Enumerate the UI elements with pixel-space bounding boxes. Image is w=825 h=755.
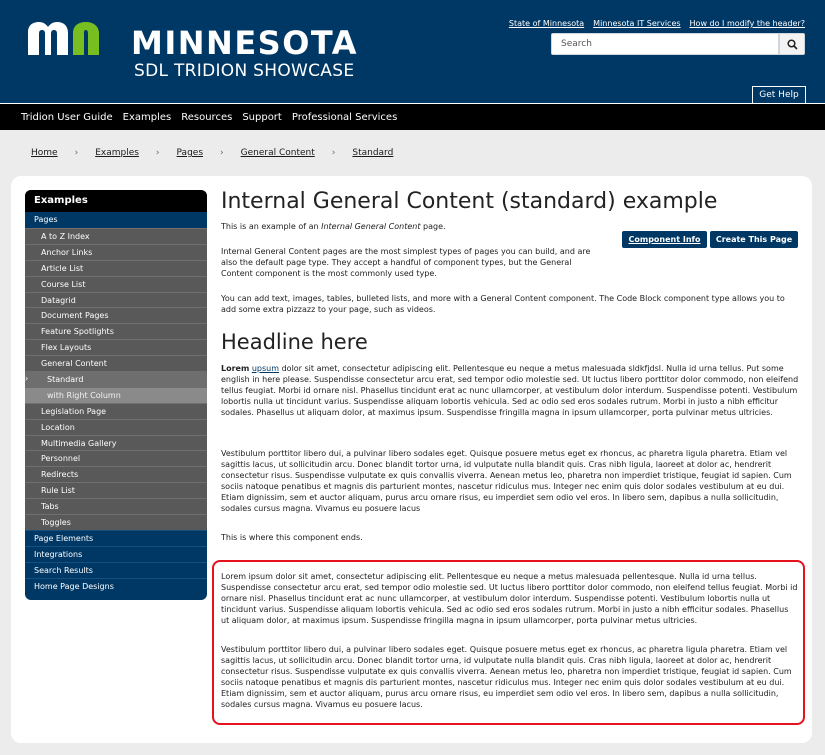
sidebar-item-search-results[interactable]: Search Results [25,561,207,578]
search-icon [786,38,798,50]
sidebar-item-with-right-column[interactable]: with Right Column [25,386,207,403]
util-link-state[interactable]: State of Minnesota [509,19,584,28]
chevron-right-icon: › [25,374,29,384]
breadcrumb-pages[interactable]: Pages [177,148,203,158]
vestibulum-paragraph: Vestibulum porttitor libero dui, a pulvi… [221,449,792,513]
sidebar-item-article-list[interactable]: Article List [25,259,207,276]
util-link-modify-header[interactable]: How do I modify the header? [690,19,805,28]
minnesota-logo-icon[interactable] [24,19,116,57]
sidebar-item-tabs[interactable]: Tabs [25,498,207,515]
sidebar-item-toggles[interactable]: Toggles [25,514,207,530]
breadcrumb-standard[interactable]: Standard [352,148,393,158]
intro-prefix: This is an example of an [221,222,322,231]
description-text: Internal General Content pages are the m… [221,247,591,278]
sidebar-item-feature-spotlights[interactable]: Feature Spotlights [25,323,207,340]
component-ends-text: This is where this component ends. [221,533,363,542]
box-lorem-paragraph: Lorem ipsum dolor sit amet, consectetur … [221,572,798,625]
util-link-mnit[interactable]: Minnesota IT Services [593,19,680,28]
sidebar-item-location[interactable]: Location [25,418,207,435]
nav-item-tridion-user-guide[interactable]: Tridion User Guide [21,112,113,123]
search-input[interactable]: Search [551,33,779,55]
sidebar-item-anchor-links[interactable]: Anchor Links [25,243,207,260]
breadcrumb-general-content[interactable]: General Content [241,148,315,158]
breadcrumb-examples[interactable]: Examples [95,148,139,158]
sidebar-item-course-list[interactable]: Course List [25,275,207,292]
intro-suffix: page. [420,222,446,231]
sidebar-item-rule-list[interactable]: Rule List [25,482,207,499]
site-header: MINNESOTA SDL TRIDION SHOWCASE State of … [0,0,825,104]
sidebar-item-standard-label: Standard [47,375,84,385]
sidebar-item-datagrid[interactable]: Datagrid [25,291,207,308]
nav-item-professional-services[interactable]: Professional Services [292,112,397,123]
utility-links: State of Minnesota Minnesota IT Services… [509,19,805,28]
upsum-link[interactable]: upsum [252,364,279,373]
chevron-right-icon: › [155,148,160,158]
component-info-button[interactable]: Component Info [622,231,707,248]
sidebar-nav: Examples Pages A to Z Index Anchor Links… [25,190,207,600]
add-text-paragraph: You can add text, images, tables, bullet… [221,294,785,314]
sidebar-item-general-content[interactable]: General Content [25,355,207,372]
chevron-right-icon: › [220,148,224,158]
sidebar-heading[interactable]: Examples [25,190,207,212]
sidebar-item-integrations[interactable]: Integrations [25,545,207,562]
chevron-right-icon: › [74,148,79,158]
nav-item-examples[interactable]: Examples [123,112,172,123]
sidebar-item-page-elements[interactable]: Page Elements [25,529,207,546]
sidebar-item-a-to-z-index[interactable]: A to Z Index [25,228,207,244]
sidebar-item-redirects[interactable]: Redirects [25,466,207,483]
sidebar-item-legislation-page[interactable]: Legislation Page [25,402,207,419]
get-help-tab[interactable]: Get Help [752,86,806,104]
lorem-rest: dolor sit amet, consectetur adipiscing e… [221,364,799,417]
sidebar-item-pages[interactable]: Pages [25,212,207,228]
chevron-right-icon: › [331,148,336,158]
brand-subtitle: SDL TRIDION SHOWCASE [134,61,355,81]
brand-name[interactable]: MINNESOTA [131,26,358,60]
search-button[interactable] [779,33,805,55]
breadcrumb-home[interactable]: Home [31,148,58,158]
nav-item-support[interactable]: Support [242,112,282,123]
lorem-paragraph: Lorem upsum dolor sit amet, consectetur … [221,363,799,418]
nav-item-resources[interactable]: Resources [181,112,232,123]
sidebar-item-multimedia-gallery[interactable]: Multimedia Gallery [25,434,207,451]
box-vestibulum-paragraph: Vestibulum porttitor libero dui, a pulvi… [221,645,792,709]
intro-italic: Internal General Content [321,222,421,231]
lorem-bold: Lorem [221,364,250,373]
page-title: Internal General Content (standard) exam… [221,189,718,214]
create-this-page-button[interactable]: Create This Page [710,231,798,248]
sidebar-item-personnel[interactable]: Personnel [25,450,207,467]
sidebar-item-flex-layouts[interactable]: Flex Layouts [25,339,207,356]
sidebar-item-standard[interactable]: › Standard [25,371,207,387]
headline: Headline here [221,330,368,354]
main-nav: Tridion User Guide Examples Resources Su… [0,103,825,130]
sidebar-item-document-pages[interactable]: Document Pages [25,307,207,324]
sidebar-item-home-page-designs[interactable]: Home Page Designs [25,577,207,594]
breadcrumb: Home › Examples › Pages › General Conten… [31,148,393,158]
